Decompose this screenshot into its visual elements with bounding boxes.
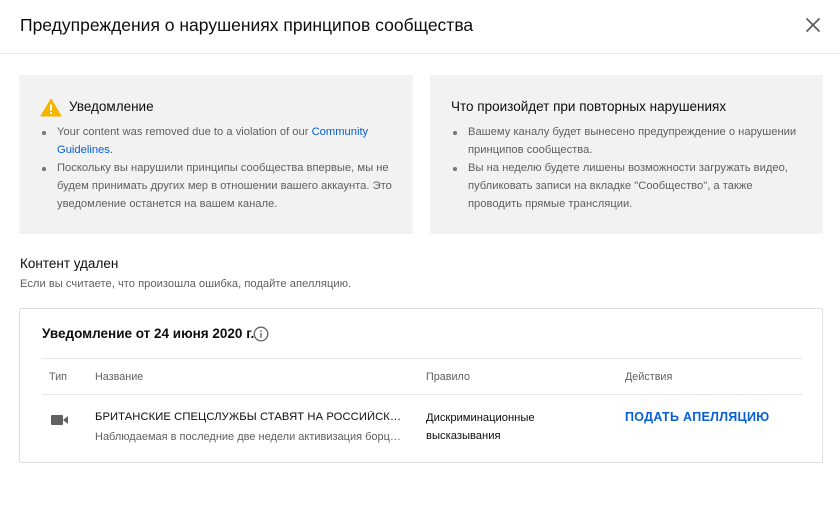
strikes-dialog: Предупреждения о нарушениях принципов со… — [0, 0, 840, 518]
close-icon — [806, 18, 820, 32]
repeat-item-strike: Вашему каналу будет вынесено предупрежде… — [453, 124, 808, 159]
repeat-item-restrictions: Вы на неделю будете лишены возможности з… — [453, 160, 808, 213]
notice-item-suffix: . — [109, 143, 113, 156]
column-actions: Действия — [625, 371, 673, 383]
notice-list: Your content was removed due to a violat… — [42, 124, 397, 215]
violated-rule: Дискриминационные высказывания — [426, 412, 535, 442]
notice-item-first-violation: Поскольку вы нарушили принципы сообществ… — [42, 160, 397, 213]
table-header: Тип Название Правило Действия — [42, 358, 802, 395]
repeat-card-title: Что произойдет при повторных нарушениях — [451, 99, 727, 114]
strike-title: Уведомление от 24 июня 2020 г. — [42, 326, 255, 341]
notice-card: Уведомление Your content was removed due… — [19, 75, 413, 234]
notice-item-text: Your content was removed due to a violat… — [57, 126, 312, 138]
notice-item-removed: Your content was removed due to a violat… — [42, 124, 397, 159]
column-name: Название — [95, 371, 144, 383]
table-row: БРИТАНСКИЕ СПЕЦСЛУЖБЫ СТАВЯТ НА РОССИЙСК… — [42, 395, 802, 455]
video-camera-icon — [50, 413, 70, 427]
video-description: Наблюдаемая в последние две недели актив… — [95, 431, 405, 443]
video-title[interactable]: БРИТАНСКИЕ СПЕЦСЛУЖБЫ СТАВЯТ НА РОССИЙСК… — [95, 411, 407, 423]
info-icon[interactable] — [253, 326, 269, 342]
repeat-violations-card: Что произойдет при повторных нарушениях … — [430, 75, 823, 234]
content-removed-title: Контент удален — [20, 256, 119, 271]
dialog-title: Предупреждения о нарушениях принципов со… — [20, 15, 474, 35]
content-removed-subtitle: Если вы считаете, что произошла ошибка, … — [20, 278, 352, 290]
dialog-header: Предупреждения о нарушениях принципов со… — [0, 0, 840, 54]
notice-card-title: Уведомление — [69, 99, 154, 114]
appeal-button[interactable]: ПОДАТЬ АПЕЛЛЯЦИЮ — [625, 410, 769, 424]
column-rule: Правило — [426, 371, 470, 383]
column-type: Тип — [49, 371, 67, 383]
close-button[interactable] — [800, 12, 826, 38]
repeat-list: Вашему каналу будет вынесено предупрежде… — [453, 124, 808, 215]
warning-icon — [40, 98, 62, 117]
strike-panel: Уведомление от 24 июня 2020 г. Тип Назва… — [19, 308, 823, 463]
